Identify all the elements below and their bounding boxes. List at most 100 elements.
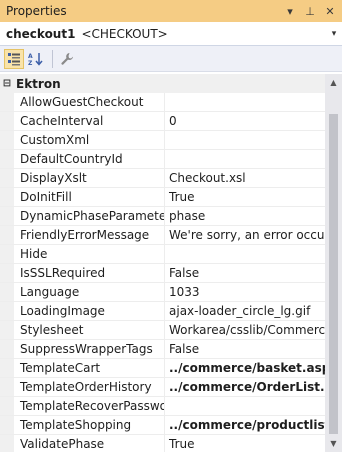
property-row[interactable]: CustomXml	[0, 131, 342, 150]
row-gutter	[0, 93, 14, 111]
property-name[interactable]: DoInitFill	[14, 188, 165, 206]
property-value[interactable]: ../commerce/basket.aspx	[165, 359, 342, 377]
property-name[interactable]: TemplateRecoverPassword	[14, 397, 165, 415]
property-name[interactable]: SuppressWrapperTags	[14, 340, 165, 358]
property-row[interactable]: AllowGuestCheckout	[0, 93, 342, 112]
object-selector[interactable]: checkout1 <CHECKOUT> ▾	[0, 22, 342, 46]
row-gutter	[0, 112, 14, 130]
property-row[interactable]: Stylesheet Workarea/csslib/Commerce/	[0, 321, 342, 340]
property-name[interactable]: TemplateOrderHistory	[14, 378, 165, 396]
property-value[interactable]: phase	[165, 207, 342, 225]
property-value[interactable]: False	[165, 264, 342, 282]
row-gutter	[0, 245, 14, 263]
property-row[interactable]: CacheInterval 0	[0, 112, 342, 131]
row-gutter	[0, 397, 14, 415]
property-pages-button[interactable]	[57, 49, 77, 69]
property-name[interactable]: LoadingImage	[14, 302, 165, 320]
vertical-scrollbar[interactable]: ▲ ▼	[325, 74, 342, 452]
property-row[interactable]: LoadingImage ajax-loader_circle_lg.gif	[0, 302, 342, 321]
property-value[interactable]: False	[165, 340, 342, 358]
property-name[interactable]: TemplateShopping	[14, 416, 165, 434]
property-value[interactable]: ajax-loader_circle_lg.gif	[165, 302, 342, 320]
row-gutter	[0, 207, 14, 225]
row-gutter	[0, 264, 14, 282]
property-row[interactable]: DisplayXslt Checkout.xsl	[0, 169, 342, 188]
property-value[interactable]	[165, 150, 342, 168]
property-name[interactable]: DefaultCountryId	[14, 150, 165, 168]
row-gutter	[0, 378, 14, 396]
property-value[interactable]	[165, 245, 342, 263]
property-name[interactable]: Hide	[14, 245, 165, 263]
property-value[interactable]: True	[165, 435, 342, 452]
category-row[interactable]: ⊟ Ektron	[0, 74, 342, 93]
toolbar-separator	[52, 49, 53, 68]
property-row[interactable]: TemplateCart ../commerce/basket.aspx	[0, 359, 342, 378]
svg-text:Z: Z	[28, 60, 33, 66]
property-row[interactable]: TemplateShopping ../commerce/productlist.…	[0, 416, 342, 435]
chevron-down-icon[interactable]: ▾	[326, 29, 342, 39]
row-gutter	[0, 131, 14, 149]
property-value[interactable]: We're sorry, an error occurred	[165, 226, 342, 244]
close-icon[interactable]: ✕	[322, 3, 338, 19]
property-value[interactable]	[165, 93, 342, 111]
property-value[interactable]: True	[165, 188, 342, 206]
property-row[interactable]: DynamicPhaseParameter phase	[0, 207, 342, 226]
property-rows: AllowGuestCheckout CacheInterval 0 CustomXm…	[0, 93, 342, 452]
property-row[interactable]: DoInitFill True	[0, 188, 342, 207]
alphabetical-button[interactable]: A Z	[26, 49, 46, 69]
property-name[interactable]: TemplateCart	[14, 359, 165, 377]
property-value[interactable]: ../commerce/productlist.asp	[165, 416, 342, 434]
pin-icon[interactable]: ⊥	[302, 3, 318, 19]
property-name[interactable]: DisplayXslt	[14, 169, 165, 187]
row-gutter	[0, 226, 14, 244]
property-name[interactable]: CacheInterval	[14, 112, 165, 130]
window-title: Properties	[6, 4, 67, 18]
property-name[interactable]: IsSSLRequired	[14, 264, 165, 282]
property-name[interactable]: Language	[14, 283, 165, 301]
property-value[interactable]: Workarea/csslib/Commerce/	[165, 321, 342, 339]
property-name[interactable]: AllowGuestCheckout	[14, 93, 165, 111]
properties-wrench-icon	[61, 52, 73, 65]
row-gutter	[0, 302, 14, 320]
object-name: checkout1	[6, 26, 76, 41]
property-name[interactable]: ValidatePhase	[14, 435, 165, 452]
property-value[interactable]: 0	[165, 112, 342, 130]
row-gutter	[0, 169, 14, 187]
property-row[interactable]: Hide	[0, 245, 342, 264]
property-row[interactable]: FriendlyErrorMessage We're sorry, an erro…	[0, 226, 342, 245]
property-name[interactable]: CustomXml	[14, 131, 165, 149]
property-name[interactable]: Stylesheet	[14, 321, 165, 339]
property-row[interactable]: ValidatePhase True	[0, 435, 342, 452]
property-name[interactable]: FriendlyErrorMessage	[14, 226, 165, 244]
row-gutter	[0, 416, 14, 434]
property-row[interactable]: IsSSLRequired False	[0, 264, 342, 283]
row-gutter	[0, 283, 14, 301]
svg-text:A: A	[28, 53, 33, 60]
property-row[interactable]: DefaultCountryId	[0, 150, 342, 169]
scroll-up-icon[interactable]: ▲	[325, 74, 342, 91]
property-value[interactable]: 1033	[165, 283, 342, 301]
categorized-button[interactable]	[4, 48, 24, 69]
property-value[interactable]	[165, 397, 342, 415]
row-gutter	[0, 150, 14, 168]
property-name[interactable]: DynamicPhaseParameter	[14, 207, 165, 225]
object-type: <CHECKOUT>	[81, 26, 168, 41]
property-value[interactable]: Checkout.xsl	[165, 169, 342, 187]
properties-toolbar: A Z	[0, 46, 342, 72]
properties-title-bar: Properties ▾ ⊥ ✕	[0, 0, 342, 22]
property-value[interactable]	[165, 131, 342, 149]
property-row[interactable]: Language 1033	[0, 283, 342, 302]
categorized-icon	[8, 52, 20, 65]
scroll-thumb[interactable]	[329, 114, 338, 434]
property-row[interactable]: TemplateRecoverPassword	[0, 397, 342, 416]
property-row[interactable]: TemplateOrderHistory ../commerce/OrderLis…	[0, 378, 342, 397]
scroll-down-icon[interactable]: ▼	[325, 435, 342, 452]
property-grid: ⊟ Ektron AllowGuestCheckout CacheInterval…	[0, 74, 342, 452]
dropdown-menu-icon[interactable]: ▾	[282, 3, 298, 19]
alphabetical-icon: A Z	[28, 52, 43, 66]
property-row[interactable]: SuppressWrapperTags False	[0, 340, 342, 359]
collapse-icon[interactable]: ⊟	[0, 74, 14, 93]
category-label: Ektron	[16, 76, 61, 91]
row-gutter	[0, 359, 14, 377]
property-value[interactable]: ../commerce/OrderList.aspx	[165, 378, 342, 396]
